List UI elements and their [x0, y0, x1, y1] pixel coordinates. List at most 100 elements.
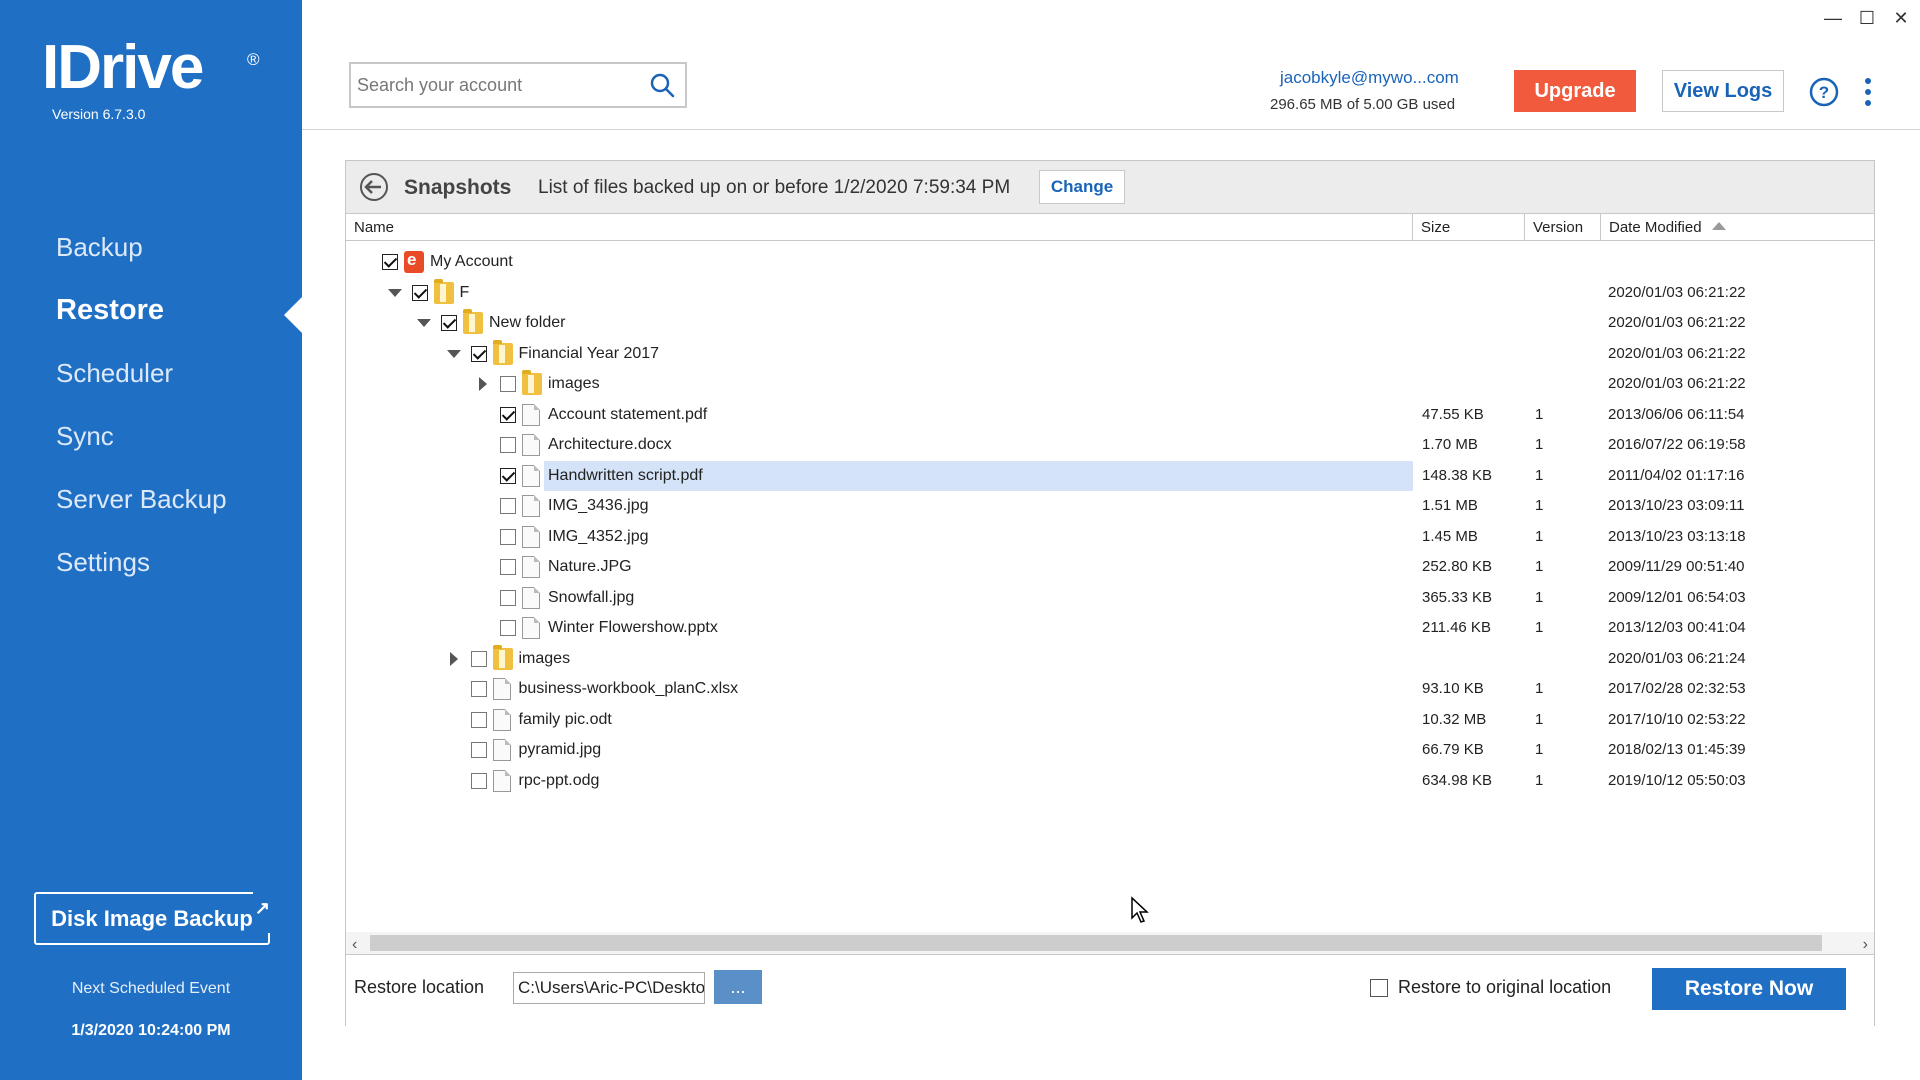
- row-checkbox[interactable]: [500, 559, 516, 575]
- search-icon[interactable]: [649, 72, 675, 98]
- account-email[interactable]: jacobkyle@mywo...com: [1280, 68, 1459, 88]
- row-checkbox[interactable]: [470, 742, 487, 758]
- tree-row[interactable]: Architecture.docx 1.70 MB 1 2016/07/22 06:1…: [346, 430, 1874, 460]
- view-logs-button[interactable]: View Logs: [1662, 70, 1784, 112]
- row-checkbox[interactable]: [500, 528, 516, 545]
- tree-row-label[interactable]: rpc-ppt.odg: [515, 766, 604, 796]
- next-event-time: 1/3/2020 10:24:00 PM: [71, 1022, 231, 1039]
- collapse-arrow-icon[interactable]: [417, 316, 431, 330]
- tree-row-label[interactable]: pyramid.jpg: [515, 735, 606, 765]
- row-checkbox[interactable]: [500, 406, 516, 423]
- change-button[interactable]: Change: [1039, 170, 1125, 204]
- row-checkbox[interactable]: [411, 284, 428, 301]
- tree-row-label[interactable]: IMG_4352.jpg: [544, 522, 653, 552]
- tree-row-label[interactable]: images: [544, 369, 604, 399]
- help-icon[interactable]: ?: [1808, 76, 1840, 108]
- collapse-arrow-icon[interactable]: [446, 347, 461, 361]
- restore-footer: Restore location ... Restore to original…: [346, 954, 1874, 1026]
- restore-location-input[interactable]: [513, 972, 705, 1004]
- row-checkbox[interactable]: [382, 254, 398, 270]
- tree-row-label[interactable]: Account statement.pdf: [544, 400, 711, 430]
- tree-row-label[interactable]: New folder: [485, 308, 569, 338]
- row-checkbox[interactable]: [470, 345, 487, 362]
- tree-row[interactable]: F 2020/01/03 06:21:22: [346, 278, 1874, 308]
- sidebar-item-sync[interactable]: Sync: [0, 411, 302, 474]
- scroll-right-icon[interactable]: ›: [1863, 936, 1868, 954]
- tree-row-label[interactable]: Handwritten script.pdf: [544, 460, 1413, 491]
- row-checkbox[interactable]: [470, 681, 487, 697]
- tree-row[interactable]: Winter Flowershow.pptx 211.46 KB 1 2013/12/…: [346, 613, 1874, 643]
- tree-row[interactable]: images 2020/01/03 06:21:22: [346, 369, 1874, 399]
- restore-original-location-checkbox[interactable]: [1370, 979, 1388, 997]
- row-checkbox[interactable]: [500, 620, 516, 636]
- tree-row[interactable]: My Account: [346, 247, 1874, 277]
- scrollbar-thumb[interactable]: [370, 935, 1822, 951]
- tree-row[interactable]: images 2020/01/03 06:21:24: [346, 644, 1874, 674]
- search-input[interactable]: [351, 64, 631, 106]
- sidebar-item-server-backup[interactable]: Server Backup: [0, 474, 302, 537]
- tree-row-name-cell: Account statement.pdf: [346, 400, 1413, 430]
- tree-row[interactable]: Nature.JPG 252.80 KB 1 2009/11/29 00:51:40: [346, 552, 1874, 582]
- row-checkbox[interactable]: [470, 772, 487, 789]
- sidebar-item-restore[interactable]: Restore: [0, 285, 302, 348]
- tree-row[interactable]: Account statement.pdf 47.55 KB 1 2013/06/06…: [346, 400, 1874, 430]
- row-checkbox[interactable]: [441, 315, 457, 331]
- tree-row-label[interactable]: business-workbook_planC.xlsx: [515, 674, 743, 704]
- tree-row[interactable]: IMG_3436.jpg 1.51 MB 1 2013/10/23 03:09:11: [346, 491, 1874, 521]
- file-icon: [492, 708, 511, 731]
- tree-row-label[interactable]: Nature.JPG: [544, 552, 636, 582]
- tree-row[interactable]: family pic.odt 10.32 MB 1 2017/10/10 02:53:…: [346, 705, 1874, 735]
- column-size[interactable]: Size: [1413, 214, 1525, 241]
- tree-row-label[interactable]: Winter Flowershow.pptx: [544, 613, 722, 643]
- tree-row-label[interactable]: Architecture.docx: [544, 430, 676, 460]
- tree-row-label[interactable]: images: [515, 644, 575, 674]
- column-header: Name Size Version Date Modified: [346, 213, 1874, 241]
- horizontal-scrollbar[interactable]: ‹ ›: [346, 932, 1874, 954]
- row-checkbox[interactable]: [500, 589, 516, 606]
- tree-row[interactable]: Handwritten script.pdf 148.38 KB 1 2011/04/…: [346, 460, 1874, 491]
- row-checkbox[interactable]: [500, 437, 516, 453]
- row-date-modified: 2013/10/23 03:13:18: [1608, 527, 1746, 545]
- row-checkbox[interactable]: [470, 650, 487, 667]
- tree-row[interactable]: IMG_4352.jpg 1.45 MB 1 2013/10/23 03:13:18: [346, 522, 1874, 552]
- row-version: 1: [1535, 558, 1544, 575]
- tree-row[interactable]: rpc-ppt.odg 634.98 KB 1 2019/10/12 05:50:03: [346, 766, 1874, 796]
- more-options-icon[interactable]: [1862, 76, 1874, 108]
- tree-row[interactable]: New folder 2020/01/03 06:21:22: [346, 308, 1874, 338]
- tree-row-label[interactable]: family pic.odt: [515, 705, 616, 735]
- row-checkbox[interactable]: [500, 467, 516, 484]
- upgrade-button[interactable]: Upgrade: [1514, 70, 1636, 112]
- tree-row-name-cell: Winter Flowershow.pptx: [346, 613, 1413, 643]
- column-date-modified[interactable]: Date Modified: [1601, 214, 1876, 241]
- tree-row[interactable]: pyramid.jpg 66.79 KB 1 2018/02/13 01:45:39: [346, 735, 1874, 765]
- sidebar-item-scheduler[interactable]: Scheduler: [0, 348, 302, 411]
- sidebar-item-backup[interactable]: Backup: [0, 222, 302, 285]
- column-size-label: Size: [1421, 219, 1451, 236]
- expand-arrow-icon[interactable]: [476, 377, 490, 391]
- row-checkbox[interactable]: [470, 711, 487, 728]
- row-checkbox[interactable]: [500, 376, 516, 392]
- tree-row[interactable]: Snowfall.jpg 365.33 KB 1 2009/12/01 06:54:0…: [346, 583, 1874, 613]
- column-name[interactable]: Name: [346, 214, 1413, 241]
- row-date-modified: 2020/01/03 06:21:22: [1608, 375, 1746, 392]
- folder-icon: [492, 339, 513, 365]
- disk-image-backup-button[interactable]: Disk Image Backup ↗: [34, 884, 272, 945]
- row-checkbox[interactable]: [500, 498, 516, 514]
- tree-row-label[interactable]: Financial Year 2017: [515, 339, 664, 369]
- back-arrow-icon[interactable]: [358, 171, 390, 203]
- expand-arrow-icon[interactable]: [447, 651, 461, 666]
- scroll-left-icon[interactable]: ‹: [352, 936, 357, 954]
- file-icon: [522, 525, 540, 548]
- collapse-arrow-icon[interactable]: [387, 286, 402, 300]
- tree-row-label[interactable]: IMG_3436.jpg: [544, 491, 653, 521]
- column-version[interactable]: Version: [1525, 214, 1601, 241]
- tree-row-label[interactable]: F: [456, 278, 474, 308]
- tree-row[interactable]: business-workbook_planC.xlsx 93.10 KB 1 201…: [346, 674, 1874, 704]
- sidebar-item-settings[interactable]: Settings: [0, 537, 302, 600]
- restore-now-button[interactable]: Restore Now: [1652, 968, 1846, 1010]
- browse-button[interactable]: ...: [714, 970, 762, 1004]
- tree-row-label[interactable]: My Account: [426, 247, 517, 277]
- tree-row-label[interactable]: Snowfall.jpg: [544, 583, 638, 613]
- tree-row[interactable]: Financial Year 2017 2020/01/03 06:21:22: [346, 339, 1874, 369]
- row-version: 1: [1535, 619, 1544, 636]
